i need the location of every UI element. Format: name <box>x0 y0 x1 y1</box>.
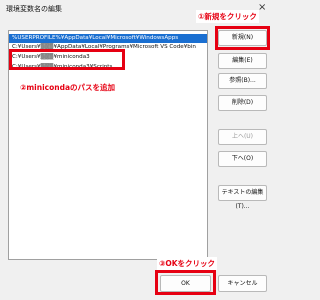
list-item[interactable]: %USERPROFILE%¥AppData¥Local¥Microsoft¥Wi… <box>9 34 207 43</box>
edit-text-button[interactable]: テキストの編集(T)... <box>218 185 267 210</box>
annotation-step2: ②minicondaのパスを追加 <box>18 81 118 94</box>
annotation-step3: ③OKをクリック <box>157 257 218 270</box>
ok-button[interactable]: OK <box>160 275 211 292</box>
close-icon[interactable]: × <box>258 2 266 13</box>
move-down-button[interactable]: 下へ(O) <box>218 151 267 167</box>
browse-button[interactable]: 参照(B)... <box>218 73 267 89</box>
dialog-title: 環境変数名の編集 <box>6 5 62 13</box>
miniconda-highlight-box <box>9 49 125 70</box>
cancel-button[interactable]: キャンセル <box>218 275 267 292</box>
new-button-highlight-box <box>215 26 270 50</box>
annotation-step1: ①新規をクリック <box>196 10 259 23</box>
move-up-button[interactable]: 上へ(U) <box>218 129 267 145</box>
edit-button[interactable]: 編集(E) <box>218 53 267 69</box>
delete-button[interactable]: 削除(D) <box>218 95 267 111</box>
